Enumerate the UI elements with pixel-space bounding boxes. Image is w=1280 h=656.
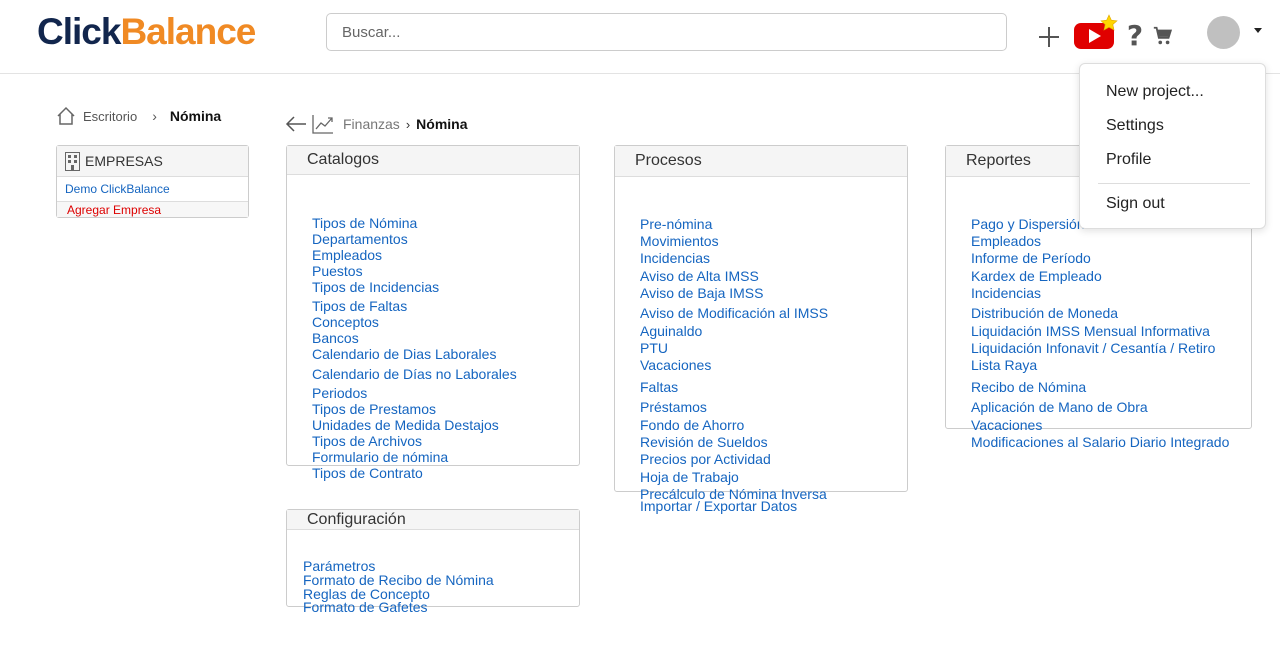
back-arrow-icon[interactable]: [285, 115, 307, 133]
breadcrumb-escritorio[interactable]: Escritorio: [83, 109, 137, 124]
list-item[interactable]: Hoja de Trabajo: [640, 469, 739, 485]
list-item[interactable]: Aguinaldo: [640, 323, 702, 339]
list-item[interactable]: Modificaciones al Salario Diario Integra…: [971, 434, 1229, 450]
list-item[interactable]: Formulario de nómina: [312, 449, 448, 465]
list-item[interactable]: Tipos de Incidencias: [312, 279, 439, 295]
list-item[interactable]: Formato de Gafetes: [303, 599, 428, 615]
shopping-cart-icon[interactable]: [1151, 24, 1175, 48]
list-item[interactable]: Calendario de Días no Laborales: [312, 366, 517, 382]
chevron-right-icon: ›: [152, 108, 157, 124]
list-item[interactable]: Pago y Dispersión: [971, 216, 1085, 232]
list-item[interactable]: Recibo de Nómina: [971, 379, 1086, 395]
list-item[interactable]: Lista Raya: [971, 357, 1037, 373]
youtube-icon[interactable]: [1074, 14, 1122, 50]
menu-divider: [1098, 183, 1250, 184]
user-avatar[interactable]: [1207, 16, 1240, 49]
breadcrumb-current: Nómina: [169, 108, 222, 124]
list-item[interactable]: Importar / Exportar Datos: [640, 498, 797, 514]
list-item[interactable]: Incidencias: [971, 285, 1041, 301]
list-item[interactable]: Unidades de Medida Destajos: [312, 417, 499, 433]
list-item[interactable]: Kardex de Empleado: [971, 268, 1102, 284]
building-icon: [65, 151, 80, 171]
list-item[interactable]: Aviso de Alta IMSS: [640, 268, 759, 284]
list-item[interactable]: PTU: [640, 340, 668, 356]
list-item[interactable]: Liquidación Infonavit / Cesantía / Retir…: [971, 340, 1215, 356]
breadcrumb-left: Escritorio › Nómina: [56, 106, 221, 126]
list-item[interactable]: Puestos: [312, 263, 363, 279]
breadcrumb-main: Finanzas › Nómina: [285, 114, 468, 134]
list-item[interactable]: Bancos: [312, 330, 359, 346]
panel-title: Procesos: [615, 146, 907, 177]
list-item[interactable]: Precios por Actividad: [640, 451, 771, 467]
list-item[interactable]: Vacaciones: [640, 357, 711, 373]
home-icon[interactable]: [56, 106, 76, 126]
panel-title: Catalogos: [287, 146, 579, 175]
list-item[interactable]: Tipos de Contrato: [312, 465, 423, 481]
list-item[interactable]: Aplicación de Mano de Obra: [971, 399, 1148, 415]
user-dropdown-menu: New project... Settings Profile Sign out: [1079, 63, 1266, 229]
chart-trend-icon: [312, 115, 333, 134]
configuracion-panel: Configuración Parámetros Formato de Reci…: [286, 509, 580, 615]
list-item[interactable]: Tipos de Nómina: [312, 215, 417, 231]
search-input[interactable]: [326, 13, 1007, 51]
list-item[interactable]: Pre-nómina: [640, 216, 712, 232]
list-item[interactable]: Aviso de Modificación al IMSS: [640, 305, 828, 321]
panel-title: Configuración: [287, 510, 579, 530]
clickbalance-logo[interactable]: ClickBalance: [37, 11, 256, 52]
catalogos-panel: Catalogos Tipos de Nómina Departamentos …: [286, 145, 580, 481]
breadcrumb-current: Nómina: [416, 116, 468, 132]
menu-item-profile[interactable]: Profile: [1106, 151, 1151, 169]
list-item[interactable]: Aviso de Baja IMSS: [640, 285, 763, 301]
list-item[interactable]: Vacaciones: [971, 417, 1042, 433]
add-company-link[interactable]: Agregar Empresa: [57, 202, 248, 217]
menu-item-new-project[interactable]: New project...: [1106, 83, 1204, 101]
list-item[interactable]: Liquidación IMSS Mensual Informativa: [971, 323, 1210, 339]
help-icon[interactable]: ?: [1124, 19, 1146, 52]
list-item[interactable]: Préstamos: [640, 399, 707, 415]
list-item[interactable]: Tipos de Faltas: [312, 298, 407, 314]
list-item[interactable]: Periodos: [312, 385, 367, 401]
list-item[interactable]: Movimientos: [640, 233, 719, 249]
logo-click-text: Click: [37, 11, 121, 52]
empresas-header: EMPRESAS: [57, 146, 248, 177]
list-item[interactable]: Informe de Período: [971, 250, 1091, 266]
list-item[interactable]: Revisión de Sueldos: [640, 434, 768, 450]
menu-item-settings[interactable]: Settings: [1106, 117, 1164, 135]
list-item[interactable]: Fondo de Ahorro: [640, 417, 744, 433]
logo-balance-text: Balance: [120, 11, 256, 52]
chevron-right-icon: ›: [405, 116, 411, 132]
empresas-title: EMPRESAS: [85, 153, 163, 169]
list-item[interactable]: Incidencias: [640, 250, 710, 266]
empresas-panel: EMPRESAS Demo ClickBalance Agregar Empre…: [56, 145, 249, 218]
list-item[interactable]: Empleados: [312, 247, 382, 263]
company-link[interactable]: Demo ClickBalance: [57, 177, 248, 202]
list-item[interactable]: Empleados: [971, 233, 1041, 249]
menu-item-sign-out[interactable]: Sign out: [1106, 195, 1165, 213]
list-item[interactable]: Tipos de Prestamos: [312, 401, 436, 417]
list-item[interactable]: Distribución de Moneda: [971, 305, 1118, 321]
list-item[interactable]: Conceptos: [312, 314, 379, 330]
list-item[interactable]: Tipos de Archivos: [312, 433, 422, 449]
chevron-down-icon[interactable]: [1253, 22, 1263, 33]
breadcrumb-finanzas[interactable]: Finanzas: [343, 116, 400, 132]
list-item[interactable]: Calendario de Dias Laborales: [312, 346, 496, 362]
list-item[interactable]: Faltas: [640, 379, 678, 395]
plus-icon[interactable]: [1036, 24, 1062, 50]
procesos-panel: Procesos Pre-nómina Movimientos Incidenc…: [614, 145, 908, 514]
list-item[interactable]: Departamentos: [312, 231, 408, 247]
